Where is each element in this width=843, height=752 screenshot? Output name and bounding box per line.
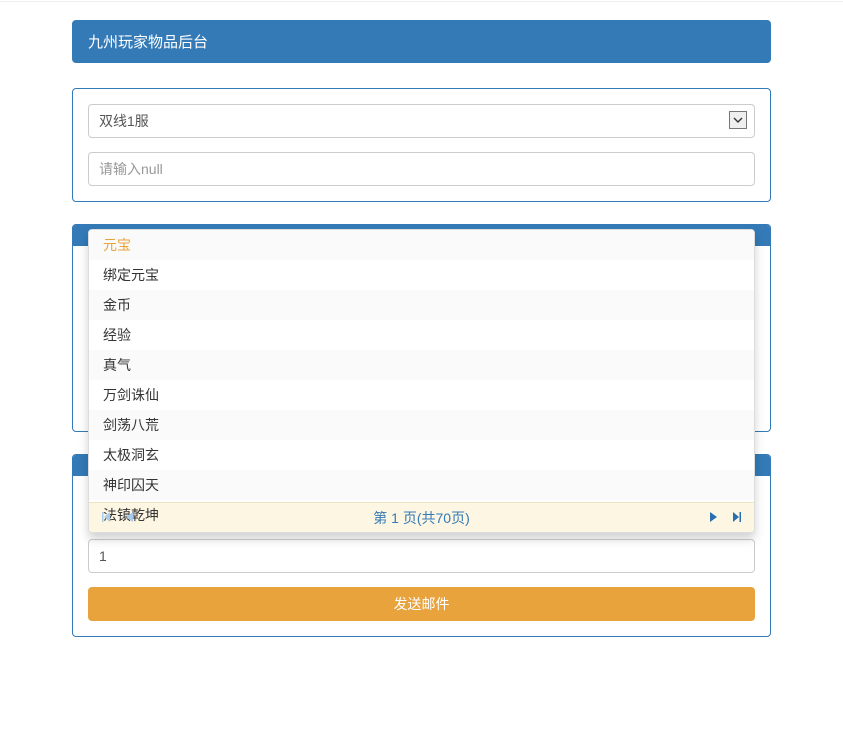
- dropdown-item[interactable]: 绑定元宝: [89, 260, 754, 290]
- dropdown-list: 元宝绑定元宝金币经验真气万剑诛仙剑荡八荒太极洞玄神印囚天法镇乾坤: [89, 230, 754, 502]
- dropdown-item[interactable]: 经验: [89, 320, 754, 350]
- page-title-bar: 九州玩家物品后台: [72, 20, 771, 63]
- send-mail-button[interactable]: 发送邮件: [88, 587, 755, 621]
- dropdown-pager: 第 1 页(共70页): [89, 502, 754, 532]
- quantity-input[interactable]: [88, 539, 755, 573]
- pager-first-icon[interactable]: [101, 511, 111, 525]
- dropdown-item[interactable]: 元宝: [89, 230, 754, 260]
- page-title: 九州玩家物品后台: [88, 34, 208, 51]
- server-select[interactable]: [88, 104, 755, 138]
- dropdown-item[interactable]: 神印囚天: [89, 470, 754, 500]
- pager-text: 第 1 页(共70页): [373, 508, 469, 528]
- dropdown-item[interactable]: 金币: [89, 290, 754, 320]
- dropdown-item[interactable]: 真气: [89, 350, 754, 380]
- dropdown-item[interactable]: 剑荡八荒: [89, 410, 754, 440]
- dropdown-item[interactable]: 太极洞玄: [89, 440, 754, 470]
- server-panel: [72, 88, 771, 202]
- item-dropdown: 元宝绑定元宝金币经验真气万剑诛仙剑荡八荒太极洞玄神印囚天法镇乾坤 第 1 页(共…: [88, 229, 755, 533]
- pager-next-icon[interactable]: [709, 511, 718, 525]
- search-input[interactable]: [88, 152, 755, 186]
- pager-prev-icon[interactable]: [125, 511, 134, 525]
- dropdown-item[interactable]: 万剑诛仙: [89, 380, 754, 410]
- pager-last-icon[interactable]: [732, 511, 742, 525]
